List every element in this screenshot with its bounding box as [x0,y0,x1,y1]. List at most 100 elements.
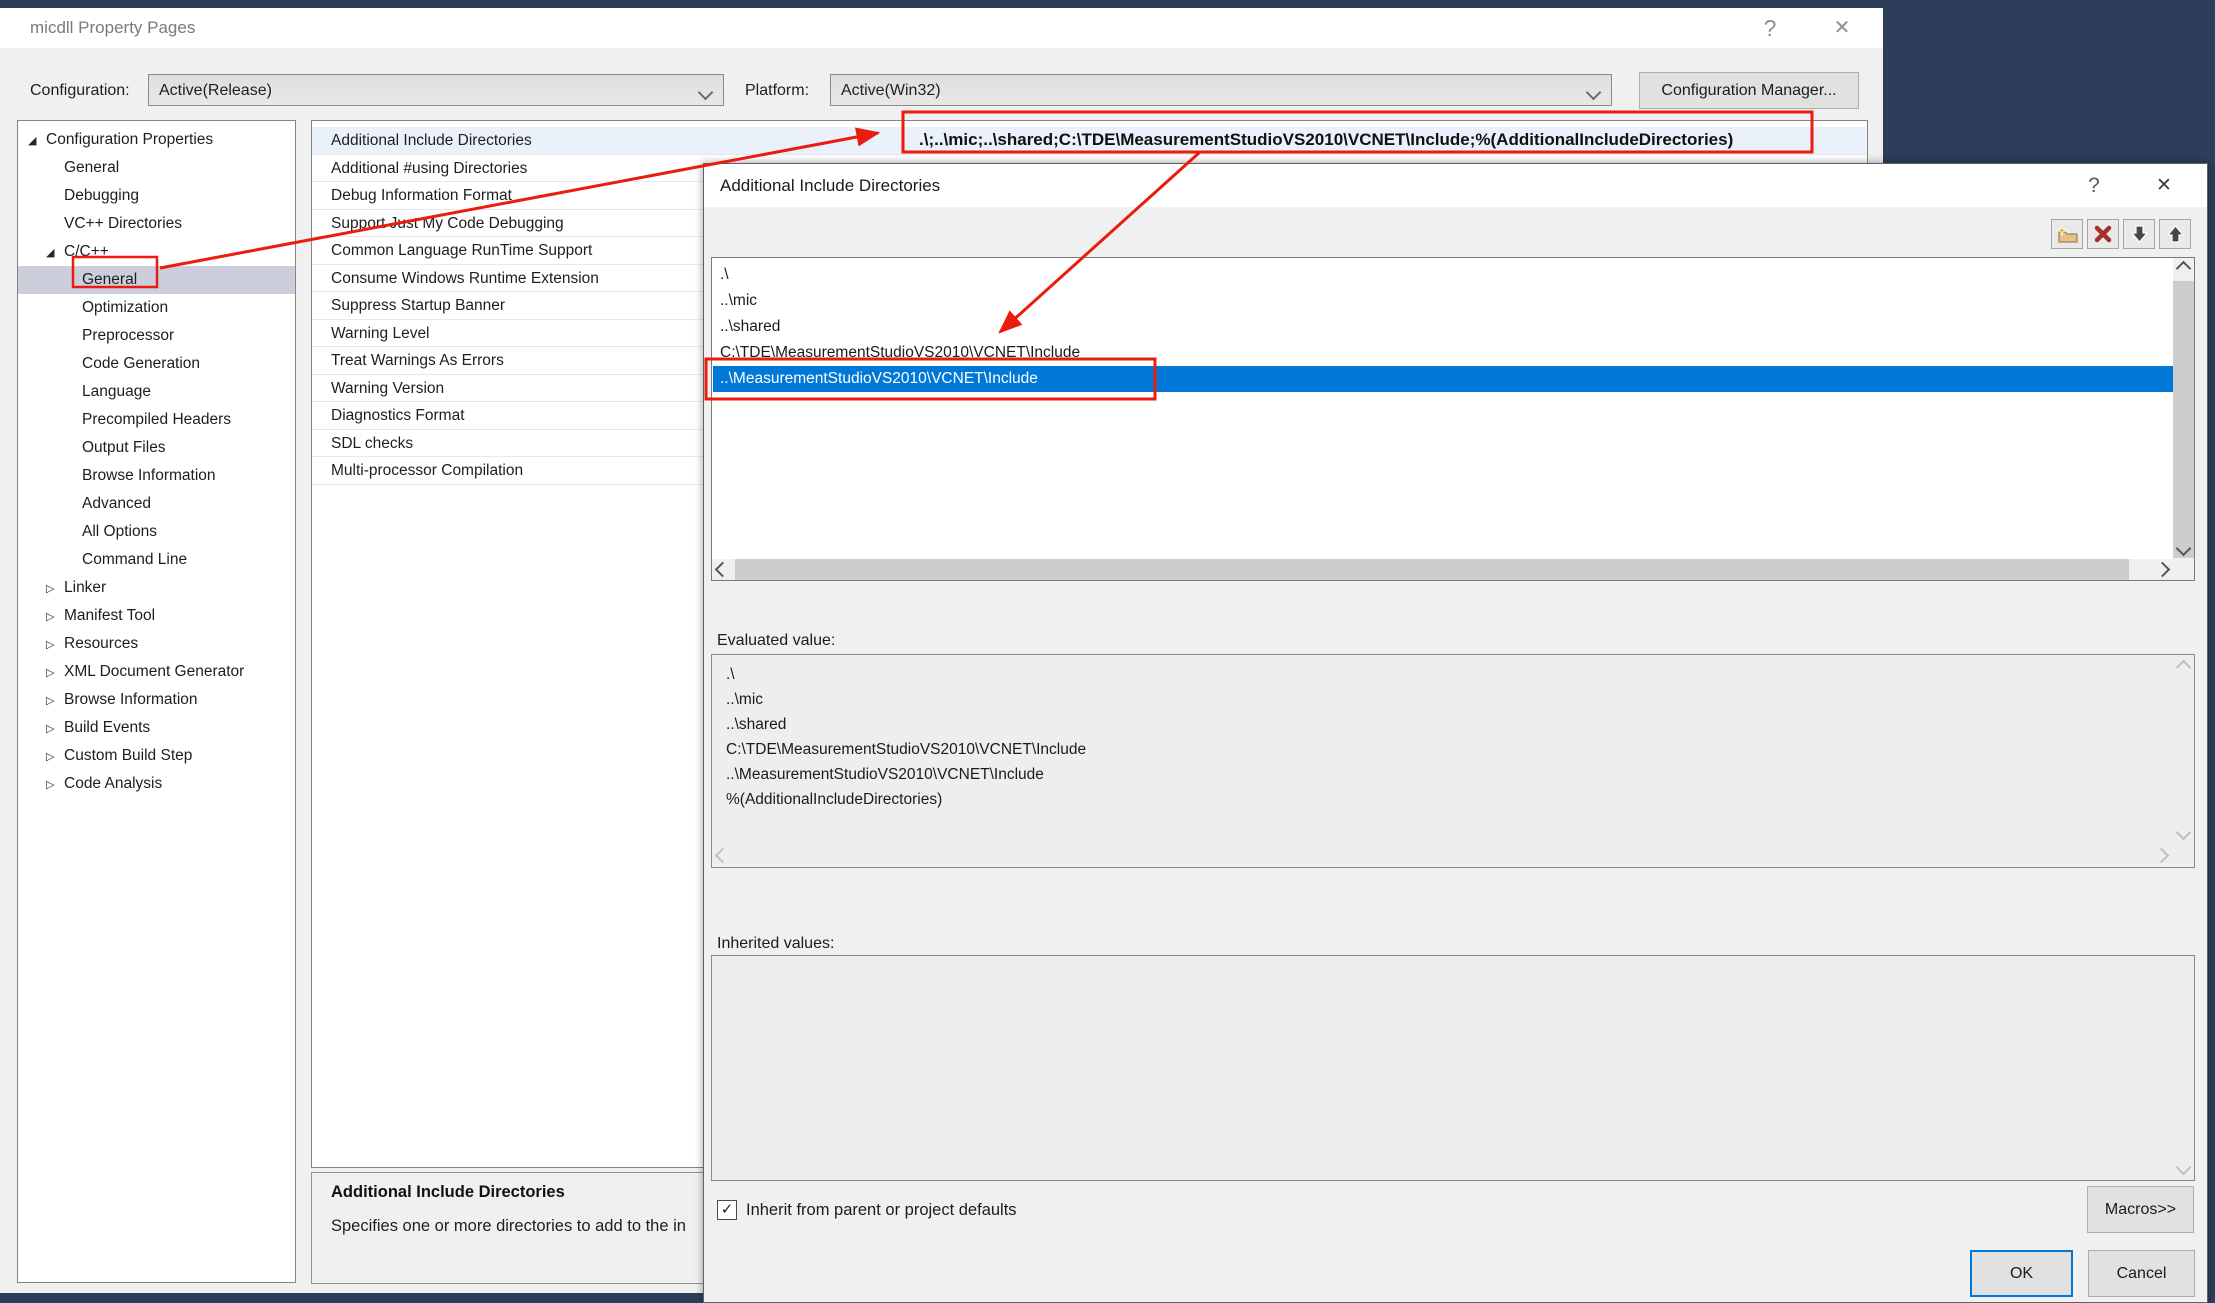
tree-item[interactable]: ▷Linker [18,574,295,602]
directory-list-item[interactable]: ..\mic [713,288,2173,314]
scrollbar-thumb[interactable] [2173,281,2194,558]
tree-item[interactable]: ◢Configuration Properties [18,126,295,154]
tree-item[interactable]: Preprocessor [18,322,295,350]
delete-button[interactable] [2087,219,2119,249]
tree-item[interactable]: ▷XML Document Generator [18,658,295,686]
tree-item[interactable]: VC++ Directories [18,210,295,238]
tree-item[interactable]: Code Generation [18,350,295,378]
tree-item-label: General [82,271,137,288]
directories-listbox[interactable]: .\..\mic..\sharedC:\TDE\MeasurementStudi… [711,257,2195,581]
expander-collapsed-icon[interactable]: ▷ [46,575,64,603]
tree-item[interactable]: General [18,266,295,294]
additional-include-directories-dialog: Additional Include Directories ? ✕ [703,163,2208,1303]
expander-collapsed-icon[interactable]: ▷ [46,771,64,799]
additional-include-directories-value[interactable]: .\;..\mic;..\shared;C:\TDE\MeasurementSt… [919,123,1733,157]
expander-collapsed-icon[interactable]: ▷ [46,631,64,659]
tree-item[interactable]: ▷Browse Information [18,686,295,714]
expander-collapsed-icon[interactable]: ▷ [46,715,64,743]
scroll-up-button[interactable] [2173,657,2194,678]
dialog-title: Additional Include Directories [720,164,940,207]
tree-item-label: Optimization [82,299,168,316]
evaluated-value-label: Evaluated value: [717,632,835,650]
tree-item-label: Debugging [64,187,139,204]
tree-item-label: XML Document Generator [64,663,244,680]
arrow-down-icon [2130,224,2149,244]
tree-item[interactable]: General [18,154,295,182]
directory-list-item[interactable]: C:\TDE\MeasurementStudioVS2010\VCNET\Inc… [713,340,2173,366]
expander-collapsed-icon[interactable]: ▷ [46,743,64,771]
directory-list-item[interactable]: .\ [713,262,2173,288]
new-line-folder-icon [2055,225,2079,244]
tree-item[interactable]: Optimization [18,294,295,322]
new-line-button[interactable] [2051,219,2083,249]
tree-item-label: Linker [64,579,106,596]
title-bar: micdll Property Pages ? ✕ [0,8,1883,48]
scroll-down-button[interactable] [2173,1157,2194,1178]
delete-x-icon [2093,224,2113,244]
tree-item[interactable]: ▷Build Events [18,714,295,742]
platform-label: Platform: [745,74,809,108]
inherit-checkbox[interactable]: ✓ [717,1200,737,1220]
tree-item[interactable]: Precompiled Headers [18,406,295,434]
config-tree: ◢Configuration Properties General Debuggin… [17,120,296,1283]
tree-item-label: Output Files [82,439,166,456]
evaluated-lines: .\..\mic..\sharedC:\TDE\MeasurementStudi… [726,662,1086,812]
tree-item[interactable]: Debugging [18,182,295,210]
scroll-down-button[interactable] [2173,822,2194,843]
description-text: Specifies one or more directories to add… [331,1217,686,1236]
ok-button[interactable]: OK [1970,1250,2073,1297]
scroll-down-button[interactable] [2173,538,2194,559]
tree-item[interactable]: Browse Information [18,462,295,490]
tree-item[interactable]: ▷Custom Build Step [18,742,295,770]
expander-collapsed-icon[interactable]: ▷ [46,687,64,715]
tree-item[interactable]: Command Line [18,546,295,574]
directory-list-item[interactable]: ..\MeasurementStudioVS2010\VCNET\Include [713,366,2173,392]
scrollbar-corner [2173,559,2194,580]
expander-expanded-icon[interactable]: ◢ [28,127,46,155]
move-down-button[interactable] [2123,219,2155,249]
scroll-left-button[interactable] [712,845,733,866]
scrollbar-thumb[interactable] [735,559,2129,580]
tree-item[interactable]: ▷Manifest Tool [18,602,295,630]
directory-list-item[interactable]: ..\shared [713,314,2173,340]
close-icon[interactable]: ✕ [1820,8,1864,48]
tree-item-label: Code Analysis [64,775,162,792]
arrow-up-icon [2166,224,2185,244]
move-up-button[interactable] [2159,219,2191,249]
macros-button[interactable]: Macros>> [2087,1186,2194,1233]
expander-collapsed-icon[interactable]: ▷ [46,603,64,631]
tree-item[interactable]: All Options [18,518,295,546]
configuration-manager-button[interactable]: Configuration Manager... [1639,72,1859,109]
help-icon[interactable]: ? [2072,164,2116,207]
vertical-scrollbar[interactable] [2173,258,2194,559]
tree-item[interactable]: Language [18,378,295,406]
scroll-right-button[interactable] [2152,559,2173,580]
tree-item[interactable]: Advanced [18,490,295,518]
tree-item-label: Browse Information [64,691,198,708]
tree-item-label: General [64,159,119,176]
tree-item-label: Precompiled Headers [82,411,231,428]
tree-item[interactable]: ▷Code Analysis [18,770,295,798]
configuration-dropdown[interactable]: Active(Release) [148,74,724,106]
horizontal-scrollbar[interactable] [712,559,2173,580]
tree-item-label: C/C++ [64,243,109,260]
configuration-label: Configuration: [30,74,130,108]
tree-item[interactable]: ◢C/C++ [18,238,295,266]
tree-item[interactable]: Output Files [18,434,295,462]
platform-dropdown[interactable]: Active(Win32) [830,74,1612,106]
scroll-up-button[interactable] [2173,258,2194,279]
tree-item-label: Advanced [82,495,151,512]
expander-collapsed-icon[interactable]: ▷ [46,659,64,687]
tree-item[interactable]: ▷Resources [18,630,295,658]
close-icon[interactable]: ✕ [2142,164,2186,207]
scroll-left-button[interactable] [712,559,733,580]
tree-item-label: Command Line [82,551,187,568]
inherit-checkbox-label[interactable]: Inherit from parent or project defaults [746,1200,1017,1221]
expander-expanded-icon[interactable]: ◢ [46,239,64,267]
chevron-down-icon [698,85,714,101]
help-icon[interactable]: ? [1748,8,1792,48]
tree-item-label: Browse Information [82,467,216,484]
evaluated-value-box: .\..\mic..\sharedC:\TDE\MeasurementStudi… [711,654,2195,868]
scroll-right-button[interactable] [2151,845,2172,866]
cancel-button[interactable]: Cancel [2088,1250,2195,1297]
